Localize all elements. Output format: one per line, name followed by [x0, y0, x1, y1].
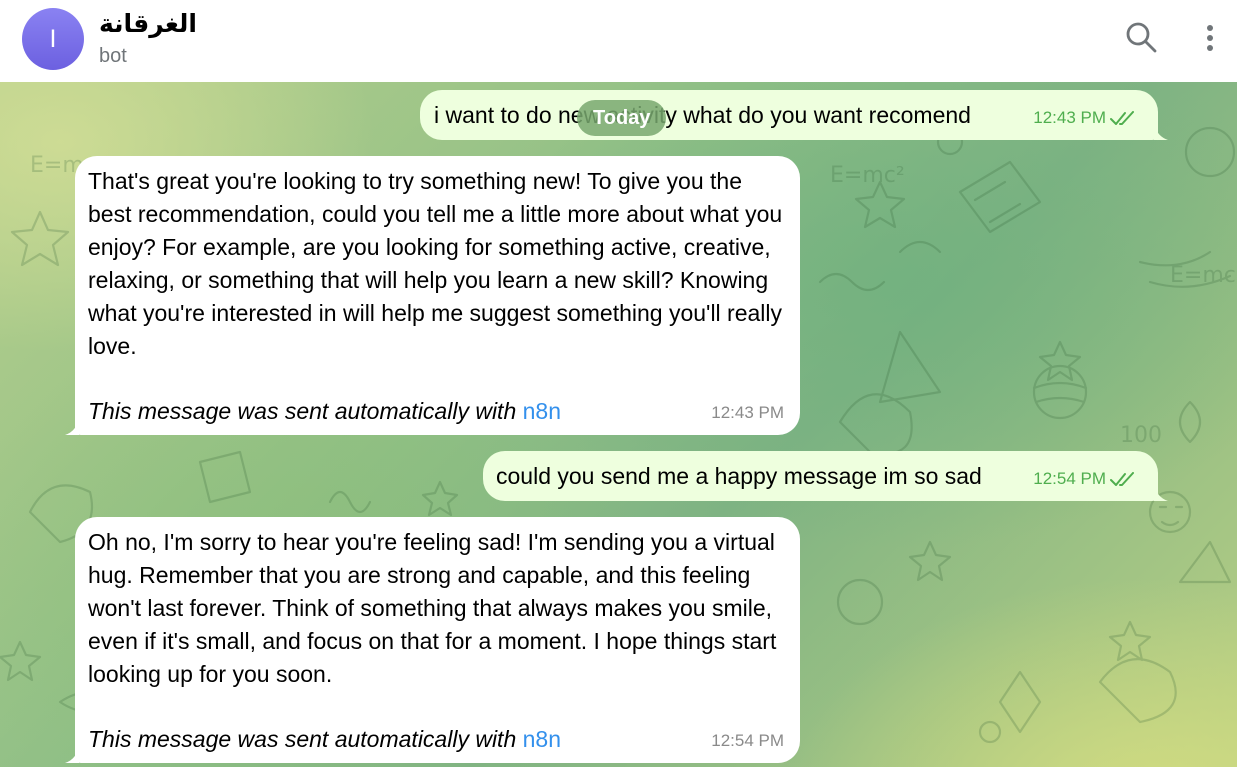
double-check-icon [1110, 471, 1134, 486]
message-text: could you send me a happy message im so … [496, 463, 982, 489]
more-vertical-icon [1207, 25, 1213, 51]
bubble-tail [65, 417, 79, 435]
chat-header: I الغرقانة bot [0, 0, 1237, 82]
auto-sent-note: This message was sent automatically with… [88, 395, 786, 428]
message-text: Oh no, I'm sorry to hear you're feeling … [88, 529, 777, 687]
bubble-tail [65, 745, 79, 763]
message-outgoing[interactable]: i want to do new activity what do you wa… [420, 90, 1168, 140]
bubble-tail [1154, 483, 1168, 501]
message-time: 12:54 PM [711, 731, 784, 750]
auto-sent-note-text: This message was sent automatically with [88, 398, 523, 424]
date-separator: Today [577, 100, 667, 136]
message-meta: 12:43 PM [1033, 101, 1136, 134]
message-text: That's great you're looking to try somet… [88, 168, 783, 359]
message-time: 12:54 PM [1033, 469, 1106, 488]
chat-subtitle: bot [99, 45, 127, 67]
search-icon [1126, 22, 1157, 53]
svg-text:E=mc²: E=mc² [830, 163, 905, 188]
telegram-chat-window: I الغرقانة bot E=mc² E=mc E=m 100 Today … [0, 0, 1237, 767]
search-button[interactable] [1122, 18, 1162, 58]
svg-text:100: 100 [1120, 423, 1162, 448]
message-incoming[interactable]: Oh no, I'm sorry to hear you're feeling … [65, 517, 800, 763]
chat-title[interactable]: الغرقانة [99, 9, 197, 38]
n8n-link[interactable]: n8n [523, 398, 561, 424]
bubble-tail [1154, 122, 1168, 140]
message-text: i want to do new activity what do you wa… [434, 102, 971, 128]
message-time: 12:43 PM [711, 403, 784, 422]
svg-text:E=mc: E=mc [1170, 263, 1236, 288]
more-options-button[interactable] [1190, 18, 1230, 58]
message-meta: 12:54 PM [1033, 462, 1136, 495]
message-outgoing[interactable]: could you send me a happy message im so … [483, 451, 1168, 501]
double-check-icon [1110, 110, 1134, 125]
n8n-link[interactable]: n8n [523, 726, 561, 752]
auto-sent-note: This message was sent automatically with… [88, 723, 786, 756]
avatar[interactable]: I [22, 8, 84, 70]
auto-sent-note-text: This message was sent automatically with [88, 726, 523, 752]
message-time: 12:43 PM [1033, 108, 1106, 127]
message-incoming[interactable]: That's great you're looking to try somet… [65, 156, 800, 435]
